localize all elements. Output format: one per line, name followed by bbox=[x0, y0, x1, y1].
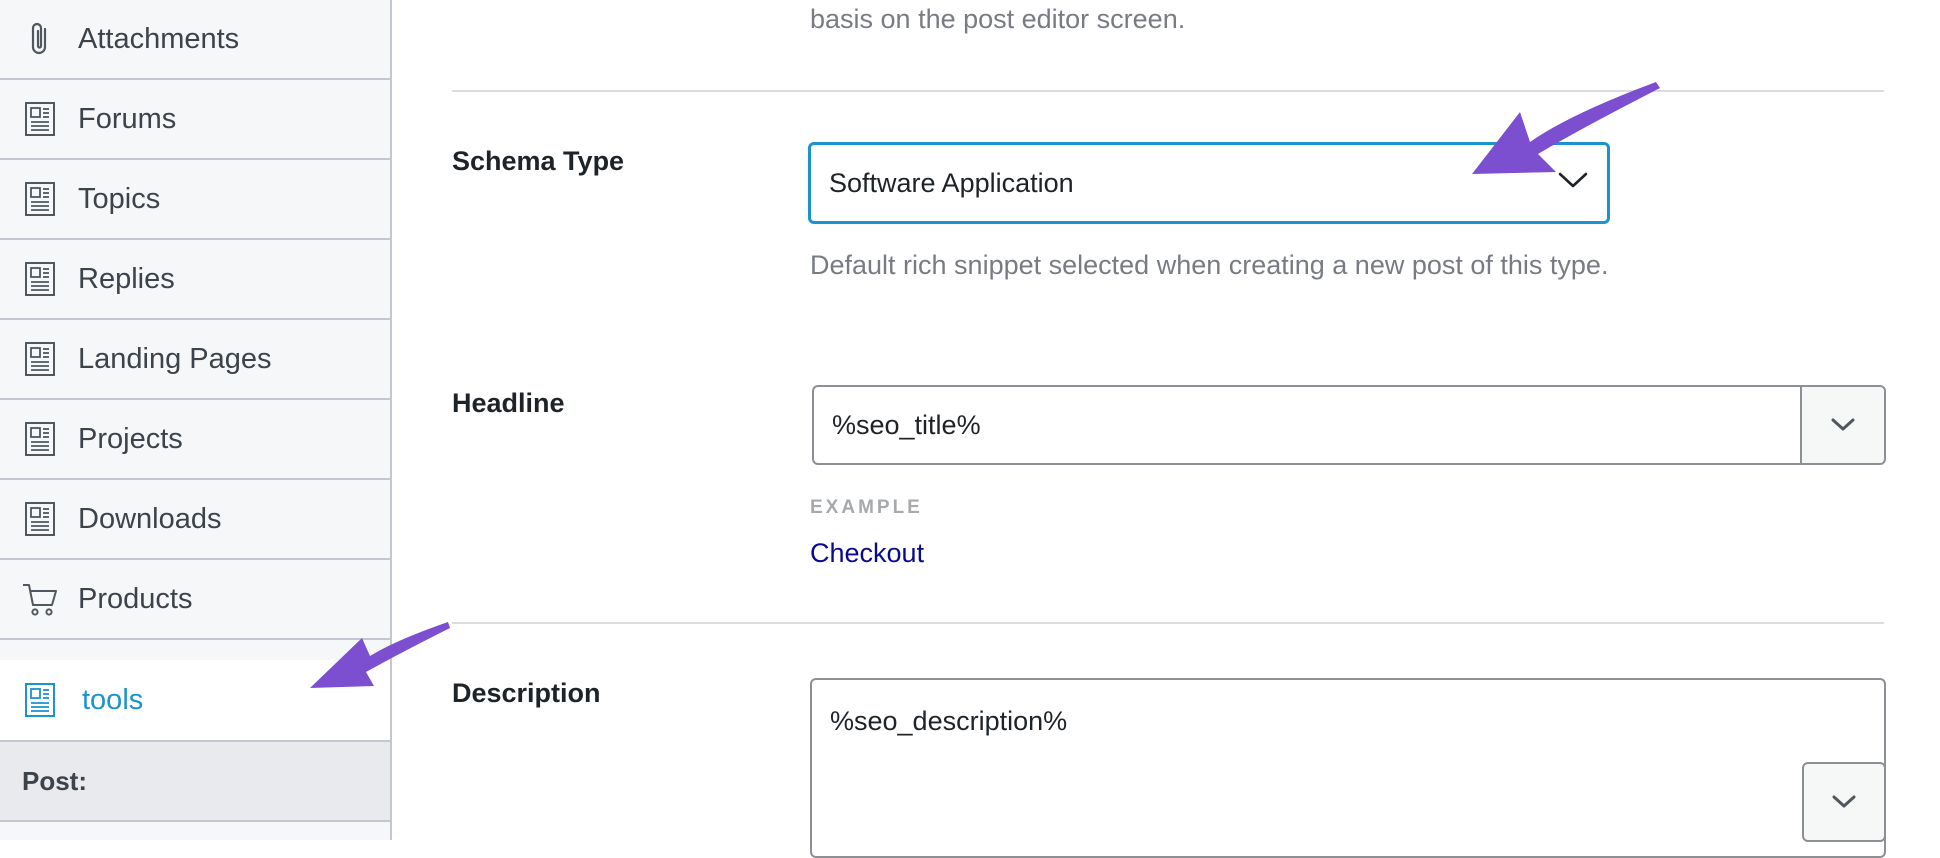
paperclip-icon bbox=[20, 19, 60, 59]
headline-input[interactable]: %seo_title% bbox=[812, 385, 1886, 465]
headline-variables-button[interactable] bbox=[1800, 387, 1884, 463]
sidebar-item-label: Projects bbox=[78, 422, 183, 455]
sidebar-item-projects[interactable]: Projects bbox=[0, 400, 390, 480]
chevron-down-icon bbox=[1831, 418, 1855, 431]
description-variables-button[interactable] bbox=[1802, 762, 1886, 842]
headline-label: Headline bbox=[452, 388, 565, 418]
headline-value: %seo_title% bbox=[832, 409, 981, 440]
sidebar-item-label: Products bbox=[78, 582, 193, 615]
sidebar-item-label: Landing Pages bbox=[78, 342, 272, 375]
top-help-text: basis on the post editor screen. bbox=[810, 4, 1186, 34]
page-icon bbox=[20, 680, 60, 720]
sidebar-group-label: Post: bbox=[22, 765, 87, 796]
description-label: Description bbox=[452, 678, 601, 708]
annotation-arrow-icon bbox=[310, 622, 450, 688]
sidebar-item-label: Replies bbox=[78, 262, 175, 295]
description-value: %seo_description% bbox=[830, 706, 1068, 736]
sidebar-group-header: Post: bbox=[0, 740, 390, 822]
cart-icon bbox=[20, 579, 60, 619]
schema-type-help: Default rich snippet selected when creat… bbox=[810, 250, 1609, 280]
sidebar-item-label: Attachments bbox=[78, 22, 240, 55]
section-divider bbox=[452, 622, 1884, 624]
page-icon bbox=[20, 419, 60, 459]
sidebar-item-label: Downloads bbox=[78, 502, 222, 535]
annotation-arrow-icon bbox=[1472, 82, 1660, 174]
description-textarea[interactable]: %seo_description% bbox=[810, 678, 1886, 858]
sidebar-item-downloads[interactable]: Downloads bbox=[0, 480, 390, 560]
sidebar-item-forums[interactable]: Forums bbox=[0, 80, 390, 160]
post-type-sidebar: Attachments Forums Topics Replies Landin… bbox=[0, 0, 392, 840]
sidebar-item-label: tools bbox=[82, 683, 144, 716]
sidebar-item-label: Topics bbox=[78, 182, 161, 215]
schema-type-value: Software Application bbox=[829, 167, 1074, 198]
sidebar-item-label: Forums bbox=[78, 102, 177, 135]
example-value-link[interactable]: Checkout bbox=[810, 538, 924, 569]
page-icon bbox=[20, 499, 60, 539]
example-label: EXAMPLE bbox=[810, 497, 923, 518]
sidebar-item-topics[interactable]: Topics bbox=[0, 160, 390, 240]
sidebar-item-attachments[interactable]: Attachments bbox=[0, 0, 390, 80]
schema-type-label: Schema Type bbox=[452, 146, 625, 176]
chevron-down-icon bbox=[1832, 795, 1856, 808]
page-icon bbox=[20, 179, 60, 219]
page-icon bbox=[20, 339, 60, 379]
page-icon bbox=[20, 99, 60, 139]
page-icon bbox=[20, 259, 60, 299]
sidebar-item-landing-pages[interactable]: Landing Pages bbox=[0, 320, 390, 400]
sidebar-item-replies[interactable]: Replies bbox=[0, 240, 390, 320]
